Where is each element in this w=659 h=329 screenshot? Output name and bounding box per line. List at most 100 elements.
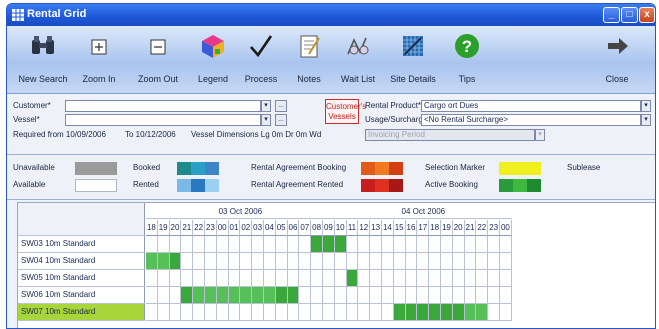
grid-cell[interactable]	[216, 253, 229, 270]
zoom-out-button[interactable]: Zoom Out	[131, 28, 185, 90]
grid-cell-booked[interactable]	[464, 304, 477, 321]
grid-cell[interactable]	[464, 287, 477, 304]
grid-cell-booked[interactable]	[181, 287, 194, 304]
grid-cell-booked[interactable]	[157, 253, 170, 270]
grid-cell[interactable]	[193, 253, 205, 270]
site-details-button[interactable]: Site Details	[385, 28, 441, 90]
grid-cell[interactable]	[146, 304, 158, 321]
close-window-button[interactable]: x	[639, 7, 655, 23]
grid-cell[interactable]	[228, 236, 241, 253]
grid-cell[interactable]	[464, 270, 477, 287]
grid-cell[interactable]	[287, 236, 300, 253]
grid-cell[interactable]	[370, 304, 382, 321]
grid-cell[interactable]	[240, 253, 253, 270]
grid-cell[interactable]	[205, 253, 217, 270]
grid-row-label[interactable]: SW07 10m Standard	[18, 304, 145, 321]
grid-cell[interactable]	[476, 236, 489, 253]
grid-cell[interactable]	[393, 236, 406, 253]
grid-cell[interactable]	[205, 270, 217, 287]
grid-cell[interactable]	[417, 270, 430, 287]
grid-cell-booked[interactable]	[417, 304, 430, 321]
customer-dropdown-button[interactable]: ▾	[261, 100, 271, 112]
grid-cell[interactable]	[216, 270, 229, 287]
minimize-button[interactable]: _	[603, 7, 620, 23]
rental-product-dropdown-button[interactable]: ▾	[641, 100, 651, 112]
grid-cell[interactable]	[157, 236, 170, 253]
grid-cell[interactable]	[476, 253, 489, 270]
grid-cell[interactable]	[252, 253, 264, 270]
grid-cell[interactable]	[252, 270, 264, 287]
grid-cell[interactable]	[323, 253, 335, 270]
vessel-dropdown-button[interactable]: ▾	[261, 114, 271, 126]
grid-cell-booked[interactable]	[264, 287, 276, 304]
grid-cell[interactable]	[370, 287, 382, 304]
maximize-button[interactable]: □	[621, 7, 638, 23]
grid-cell-booked[interactable]	[334, 236, 347, 253]
grid-cell-booked[interactable]	[346, 270, 359, 287]
grid-cell[interactable]	[146, 270, 158, 287]
grid-cell[interactable]	[441, 236, 453, 253]
grid-cell-booked[interactable]	[405, 304, 418, 321]
grid-cell[interactable]	[264, 253, 276, 270]
grid-cell[interactable]	[275, 236, 288, 253]
grid-cell[interactable]	[429, 236, 441, 253]
usage-dropdown-button[interactable]: ▾	[641, 114, 651, 126]
grid-cell[interactable]	[169, 236, 182, 253]
usage-select[interactable]: <No Rental Surcharge>	[421, 114, 641, 126]
grid-cell[interactable]	[240, 236, 253, 253]
grid-cell[interactable]	[452, 287, 465, 304]
grid-cell[interactable]	[181, 304, 194, 321]
grid-cell[interactable]	[193, 270, 205, 287]
grid-cell[interactable]	[382, 236, 394, 253]
grid-cell-booked[interactable]	[169, 253, 182, 270]
grid-cell[interactable]	[358, 304, 371, 321]
grid-cell[interactable]	[299, 287, 312, 304]
grid-cell[interactable]	[346, 236, 359, 253]
grid-cell[interactable]	[441, 287, 453, 304]
grid-cell[interactable]	[488, 304, 500, 321]
grid-cell[interactable]	[146, 236, 158, 253]
grid-cell[interactable]	[429, 270, 441, 287]
grid-cell-booked[interactable]	[216, 287, 229, 304]
grid-cell[interactable]	[264, 236, 276, 253]
grid-cell-booked[interactable]	[228, 287, 241, 304]
grid-cell[interactable]	[452, 270, 465, 287]
grid-cell[interactable]	[311, 270, 323, 287]
legend-button[interactable]: Legend	[191, 28, 235, 90]
grid-cell[interactable]	[323, 287, 335, 304]
grid-cell[interactable]	[334, 270, 347, 287]
grid-cell[interactable]	[264, 304, 276, 321]
grid-cell[interactable]	[500, 236, 512, 253]
grid-cell[interactable]	[299, 236, 312, 253]
grid-cell[interactable]	[287, 270, 300, 287]
grid-cell[interactable]	[464, 236, 477, 253]
grid-cell[interactable]	[228, 270, 241, 287]
grid-cell[interactable]	[500, 304, 512, 321]
grid-cell[interactable]	[299, 270, 312, 287]
grid-cell[interactable]	[323, 304, 335, 321]
grid-cell-booked[interactable]	[252, 287, 264, 304]
grid-cell[interactable]	[370, 236, 382, 253]
grid-cell[interactable]	[299, 253, 312, 270]
grid-cell[interactable]	[205, 304, 217, 321]
grid-cell[interactable]	[346, 304, 359, 321]
grid-cell[interactable]	[228, 304, 241, 321]
grid-cell[interactable]	[500, 287, 512, 304]
grid-cell[interactable]	[417, 287, 430, 304]
invoicing-period-dropdown-button[interactable]: ▾	[535, 129, 545, 141]
grid-cell-booked[interactable]	[393, 304, 406, 321]
grid-cell[interactable]	[323, 270, 335, 287]
grid-cell[interactable]	[476, 287, 489, 304]
grid-cell[interactable]	[452, 253, 465, 270]
grid-cell[interactable]	[216, 236, 229, 253]
grid-cell[interactable]	[299, 304, 312, 321]
grid-cell[interactable]	[464, 253, 477, 270]
grid-cell[interactable]	[500, 253, 512, 270]
grid-cell[interactable]	[169, 304, 182, 321]
grid-cell[interactable]	[370, 253, 382, 270]
grid-cell[interactable]	[275, 304, 288, 321]
grid-cell[interactable]	[358, 287, 371, 304]
grid-cell[interactable]	[169, 270, 182, 287]
grid-cell[interactable]	[181, 270, 194, 287]
zoom-in-button[interactable]: Zoom In	[75, 28, 123, 90]
